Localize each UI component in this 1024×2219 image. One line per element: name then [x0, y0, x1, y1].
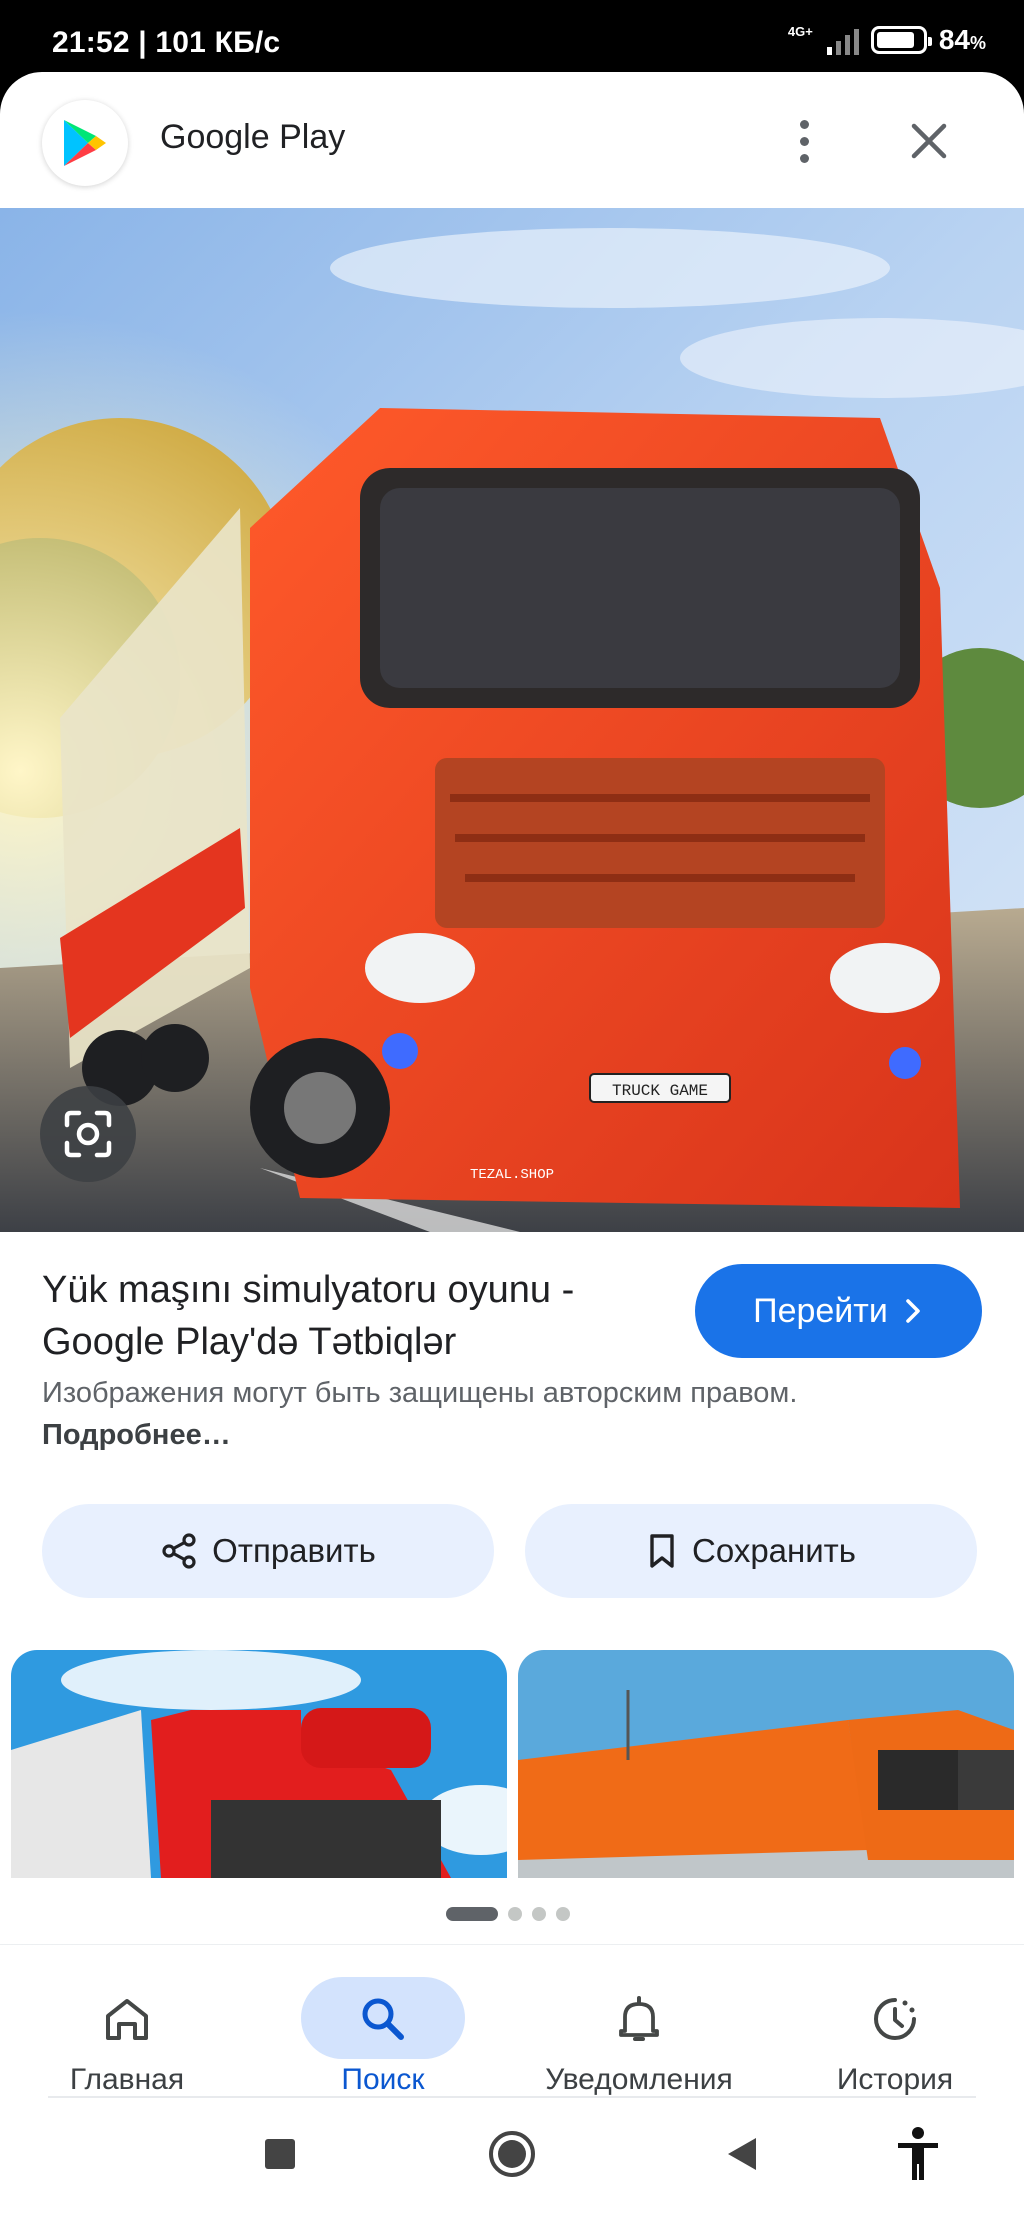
battery-fill — [876, 32, 914, 48]
result-title-line1: Yük maşını simulyatoru oyunu - — [42, 1269, 575, 1311]
network-type-label: 4G+ — [787, 24, 813, 39]
status-indicators: 4G+ 84% — [788, 24, 986, 56]
nav-search-label: Поиск — [341, 2063, 425, 2096]
visit-button[interactable]: Перейти — [695, 1264, 982, 1358]
signal-icon — [826, 25, 859, 55]
truck-illustration: TRUCK GAME TEZAL.SHOP — [0, 208, 1024, 1232]
home-system-button[interactable] — [482, 2124, 542, 2184]
system-navigation-bar — [0, 2100, 1024, 2219]
back-triangle-icon — [728, 2138, 756, 2170]
bell-icon — [619, 1996, 659, 2041]
chevron-right-icon — [906, 1299, 920, 1323]
status-time-speed: 21:52 | 101 КБ/с — [52, 26, 281, 59]
result-title-line2: Google Play'də Tətbiqlər — [42, 1321, 457, 1363]
nav-search[interactable]: Поиск — [273, 1945, 493, 2096]
share-button-label: Отправить — [212, 1532, 376, 1569]
more-options-icon[interactable] — [784, 114, 824, 168]
home-icon — [106, 1999, 148, 2040]
google-lens-button[interactable] — [40, 1086, 136, 1182]
accessibility-button[interactable] — [888, 2124, 948, 2184]
nav-notifications-label: Уведомления — [545, 2063, 733, 2096]
copyright-text: Изображения могут быть защищены авторски… — [42, 1377, 798, 1409]
pager-dot — [556, 1907, 570, 1921]
pager-dot-active — [446, 1907, 498, 1921]
accessibility-icon — [898, 2127, 938, 2180]
nav-notifications[interactable]: Уведомления — [529, 1945, 749, 2096]
learn-more-link[interactable]: Подробнее… — [42, 1419, 231, 1451]
bookmark-icon — [650, 1534, 674, 1568]
nav-divider — [48, 2096, 976, 2098]
license-plate-text: TRUCK GAME — [612, 1082, 708, 1100]
history-icon — [874, 1998, 916, 2040]
app-title: Google Play — [160, 118, 346, 156]
pagination-dots — [446, 1907, 570, 1921]
share-icon — [162, 1533, 196, 1569]
google-lens-icon — [64, 1110, 112, 1158]
back-button[interactable] — [712, 2124, 772, 2184]
red-truck-thumbnail — [11, 1650, 507, 1878]
visit-button-label: Перейти — [753, 1291, 888, 1330]
home-circle-icon — [489, 2131, 535, 2177]
save-button-label: Сохранить — [692, 1532, 856, 1569]
battery-percent: 84% — [938, 24, 986, 55]
nav-history[interactable]: История — [785, 1945, 1005, 2096]
nav-home-label: Главная — [69, 2063, 185, 2096]
nav-history-label: История — [836, 2063, 954, 2096]
close-icon[interactable] — [904, 116, 954, 166]
result-title[interactable]: Yük maşını simulyatoru oyunu - Google Pl… — [42, 1264, 672, 1368]
related-image-2[interactable] — [518, 1650, 1014, 1878]
recents-square-icon — [265, 2139, 295, 2169]
hero-image[interactable]: TRUCK GAME TEZAL.SHOP — [0, 208, 1024, 1232]
search-icon — [362, 1998, 404, 2040]
battery-icon — [870, 26, 932, 54]
recents-button[interactable] — [250, 2124, 310, 2184]
nav-home[interactable]: Главная — [17, 1945, 237, 2096]
share-button[interactable]: Отправить — [42, 1504, 494, 1598]
google-play-logo-icon — [42, 100, 128, 186]
sheet-header: Google Play — [0, 72, 1024, 208]
pager-dot — [532, 1907, 546, 1921]
pager-dot — [508, 1907, 522, 1921]
copyright-notice: Изображения могут быть защищены авторски… — [42, 1372, 802, 1456]
orange-truck-thumbnail — [518, 1650, 1014, 1878]
related-image-1[interactable] — [11, 1650, 507, 1878]
result-sheet: Google Play TRUCK GAME TEZAL.SHOP Yük ma… — [0, 72, 1024, 2219]
save-button[interactable]: Сохранить — [525, 1504, 977, 1598]
image-watermark: TEZAL.SHOP — [470, 1167, 554, 1183]
